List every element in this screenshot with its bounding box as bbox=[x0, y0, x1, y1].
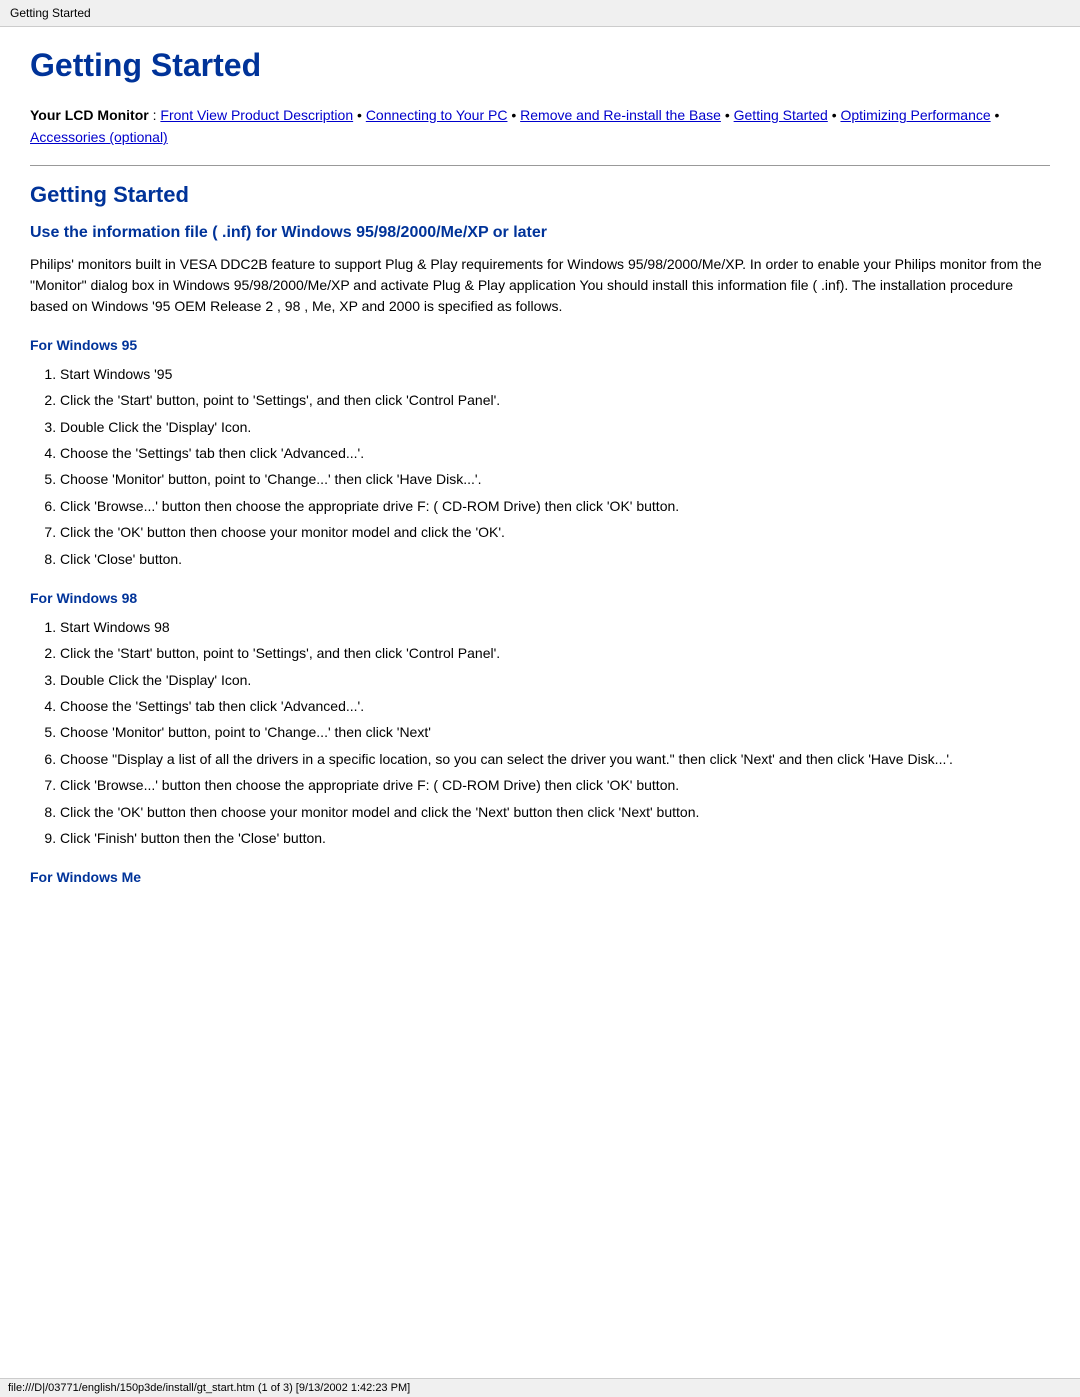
list-item: Click the 'OK' button then choose your m… bbox=[60, 801, 1050, 823]
list-item: Choose the 'Settings' tab then click 'Ad… bbox=[60, 442, 1050, 464]
windows-me-heading: For Windows Me bbox=[30, 869, 1050, 885]
nav-bullet-5: • bbox=[995, 107, 1000, 123]
windows-95-heading: For Windows 95 bbox=[30, 337, 1050, 353]
list-item: Double Click the 'Display' Icon. bbox=[60, 416, 1050, 438]
status-bar: file:///D|/03771/english/150p3de/install… bbox=[0, 1378, 1080, 1397]
nav-links-block: Your LCD Monitor : Front View Product De… bbox=[30, 104, 1050, 149]
browser-tab-label: Getting Started bbox=[0, 0, 1080, 27]
list-item: Click the 'Start' button, point to 'Sett… bbox=[60, 642, 1050, 664]
windows-98-section: For Windows 98 Start Windows 98 Click th… bbox=[30, 590, 1050, 850]
list-item: Click 'Finish' button then the 'Close' b… bbox=[60, 827, 1050, 849]
horizontal-rule bbox=[30, 165, 1050, 166]
list-item: Click 'Browse...' button then choose the… bbox=[60, 774, 1050, 796]
windows-me-section: For Windows Me bbox=[30, 869, 1050, 885]
list-item: Click the 'Start' button, point to 'Sett… bbox=[60, 389, 1050, 411]
windows-98-heading: For Windows 98 bbox=[30, 590, 1050, 606]
list-item: Start Windows '95 bbox=[60, 363, 1050, 385]
page-title: Getting Started bbox=[30, 47, 1050, 84]
list-item: Choose "Display a list of all the driver… bbox=[60, 748, 1050, 770]
list-item: Click the 'OK' button then choose your m… bbox=[60, 521, 1050, 543]
nav-link-connecting[interactable]: Connecting to Your PC bbox=[366, 107, 508, 123]
windows-98-steps-list: Start Windows 98 Click the 'Start' butto… bbox=[60, 616, 1050, 850]
nav-link-front-view[interactable]: Front View Product Description bbox=[160, 107, 353, 123]
intro-paragraph: Philips' monitors built in VESA DDC2B fe… bbox=[30, 254, 1050, 317]
windows-95-steps-list: Start Windows '95 Click the 'Start' butt… bbox=[60, 363, 1050, 570]
list-item: Choose 'Monitor' button, point to 'Chang… bbox=[60, 468, 1050, 490]
nav-link-remove-reinstall[interactable]: Remove and Re-install the Base bbox=[520, 107, 721, 123]
nav-link-getting-started[interactable]: Getting Started bbox=[734, 107, 828, 123]
section-getting-started-title: Getting Started bbox=[30, 182, 1050, 208]
list-item: Choose 'Monitor' button, point to 'Chang… bbox=[60, 721, 1050, 743]
nav-bullet-3: • bbox=[725, 107, 734, 123]
list-item: Click 'Close' button. bbox=[60, 548, 1050, 570]
nav-link-accessories[interactable]: Accessories (optional) bbox=[30, 129, 168, 145]
nav-link-optimizing[interactable]: Optimizing Performance bbox=[840, 107, 990, 123]
list-item: Click 'Browse...' button then choose the… bbox=[60, 495, 1050, 517]
subsection-inf-title: Use the information file ( .inf) for Win… bbox=[30, 224, 1050, 242]
nav-bullet-2: • bbox=[511, 107, 520, 123]
nav-bullet-1: • bbox=[357, 107, 366, 123]
list-item: Double Click the 'Display' Icon. bbox=[60, 669, 1050, 691]
windows-95-section: For Windows 95 Start Windows '95 Click t… bbox=[30, 337, 1050, 570]
your-lcd-monitor-label: Your LCD Monitor bbox=[30, 107, 149, 123]
list-item: Start Windows 98 bbox=[60, 616, 1050, 638]
list-item: Choose the 'Settings' tab then click 'Ad… bbox=[60, 695, 1050, 717]
